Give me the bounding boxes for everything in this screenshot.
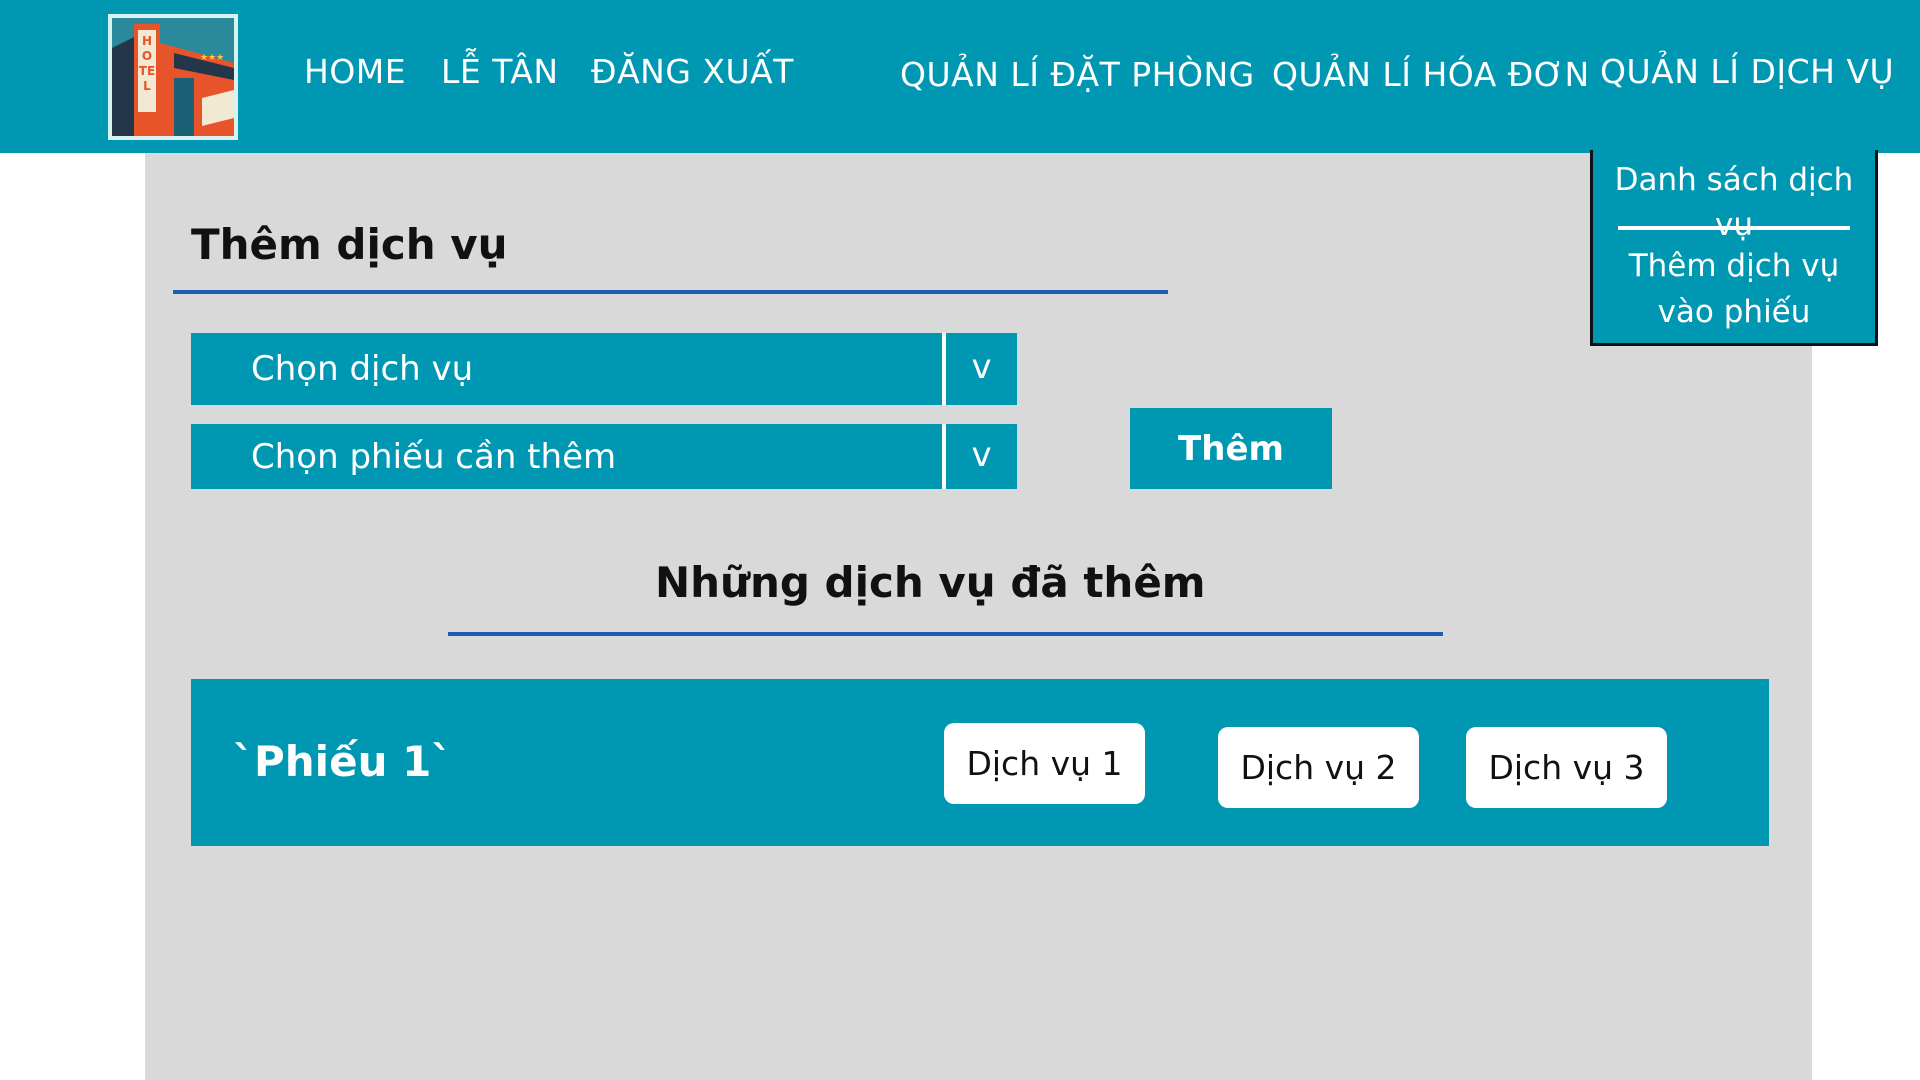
add-button[interactable]: Thêm [1130, 408, 1332, 489]
hotel-logo-graphic: ★★★ [112, 18, 234, 136]
nav-logout[interactable]: ĐĂNG XUẤT [591, 52, 794, 91]
nav-booking-management[interactable]: QUẢN LÍ ĐẶT PHÒNG [900, 55, 1255, 94]
ticket-select-label: Chọn phiếu cần thêm [251, 437, 617, 477]
chevron-down-icon[interactable]: v [946, 347, 1017, 387]
service-chip[interactable]: Dịch vụ 3 [1466, 727, 1667, 808]
menu-item-label-line2: vào phiếu [1657, 294, 1811, 330]
menu-item-label-line1: Thêm dịch vụ [1628, 248, 1840, 284]
title-underline [173, 290, 1168, 294]
service-chip[interactable]: Dịch vụ 2 [1218, 727, 1419, 808]
title-underline [448, 632, 1443, 636]
logo-text: HOTEL [138, 34, 156, 93]
add-service-title: Thêm dịch vụ [191, 220, 508, 269]
nav-home[interactable]: HOME [304, 52, 406, 91]
service-select[interactable]: Chọn dịch vụ v [191, 333, 1017, 405]
top-nav-bar: ★★★ HOTEL HOME LỄ TÂN ĐĂNG XUẤT QUẢN LÍ … [0, 0, 1920, 153]
hotel-logo[interactable]: ★★★ HOTEL [108, 14, 238, 140]
service-chip[interactable]: Dịch vụ 1 [944, 723, 1145, 804]
chevron-down-icon[interactable]: v [946, 435, 1017, 475]
menu-divider [1618, 226, 1850, 230]
added-services-title: Những dịch vụ đã thêm [655, 558, 1206, 607]
service-dropdown-menu: Danh sách dịch vụ Thêm dịch vụ vào phiếu [1590, 150, 1878, 346]
nav-service-management[interactable]: QUẢN LÍ DỊCH VỤ [1600, 52, 1894, 91]
svg-text:★★★: ★★★ [200, 53, 224, 63]
service-select-label: Chọn dịch vụ [251, 349, 474, 389]
menu-item-service-list[interactable]: Danh sách dịch vụ [1593, 158, 1875, 248]
nav-reception[interactable]: LỄ TÂN [441, 52, 559, 91]
ticket-select[interactable]: Chọn phiếu cần thêm v [191, 424, 1017, 489]
ticket-name: `Phiếu 1` [233, 737, 453, 786]
nav-invoice-management[interactable]: QUẢN LÍ HÓA ĐƠN [1272, 55, 1590, 94]
